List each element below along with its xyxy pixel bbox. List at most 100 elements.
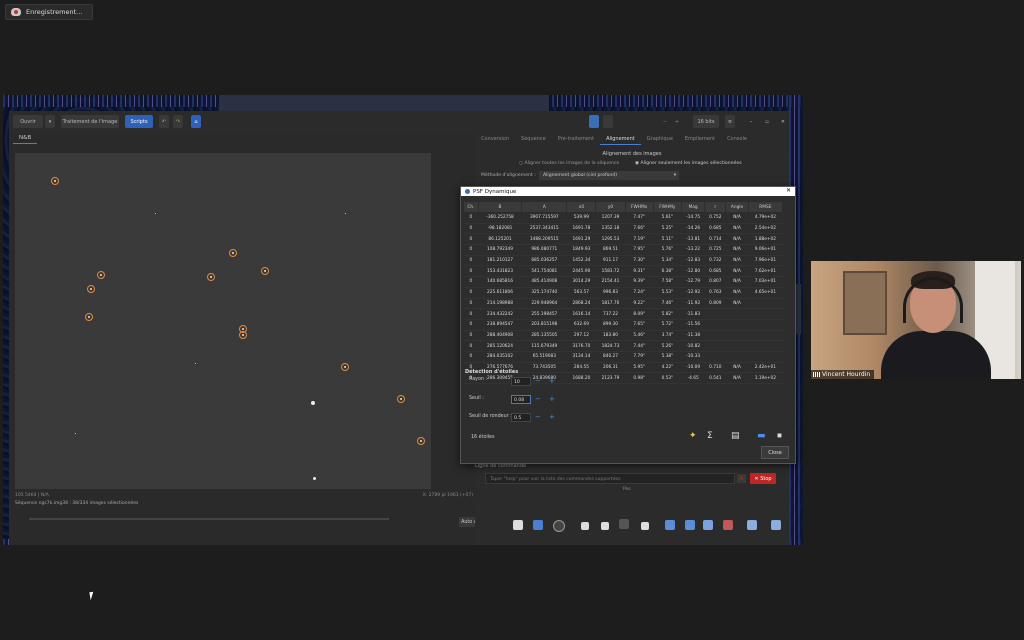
align-all-radio[interactable]: ○ Aligner toutes les images de la séquen… [519, 161, 619, 166]
table-cell: 2.42e+01 [748, 362, 783, 374]
scripts-menu[interactable]: Scripts [125, 115, 153, 128]
table-cell: 7.47" [625, 212, 654, 224]
dialog-close-icon[interactable]: ✕ [786, 187, 791, 194]
open-dropdown-button[interactable]: ▾ [45, 115, 55, 128]
view-mode-1-icon[interactable] [581, 522, 589, 530]
tab-alignment[interactable]: Alignement [600, 133, 641, 145]
find-stars-icon[interactable]: ✦ [689, 431, 697, 441]
tab-console[interactable]: Console [721, 133, 753, 145]
minus-button[interactable]: − [661, 115, 669, 128]
redo-icon[interactable]: ↷ [173, 115, 183, 128]
view-mode-2-icon[interactable] [601, 522, 609, 530]
table-row[interactable]: 0 181.210127 685.036257 1452.34 911.17 7.30" 5… [463, 255, 783, 267]
column-header[interactable]: FWHMx [624, 201, 654, 213]
align-selected-radio[interactable]: ◉ Aligner seulement les images sélection… [635, 161, 742, 166]
threshold-plus-button[interactable]: + [549, 395, 555, 404]
column-header[interactable]: x0 [566, 201, 597, 213]
table-cell [725, 330, 749, 342]
tab-graph[interactable]: Graphique [641, 133, 679, 145]
clear-stars-icon[interactable]: ◼ [777, 431, 782, 441]
table-cell: 5.53" [653, 287, 682, 299]
table-cell: 0.685 [704, 265, 726, 278]
column-header[interactable]: y0 [595, 201, 626, 213]
table-cell: -10.33 [681, 351, 705, 363]
maximize-button[interactable]: ▫ [763, 115, 771, 128]
column-header[interactable]: A [521, 201, 568, 213]
roundness-plus-button[interactable]: + [549, 413, 555, 422]
radius-input[interactable]: 10 [511, 377, 531, 386]
photometry-icon[interactable] [553, 520, 565, 532]
table-cell: N/A [725, 265, 749, 278]
plus-button[interactable]: + [673, 115, 681, 128]
bits-selector[interactable]: 16 bits [693, 115, 719, 128]
column-header[interactable]: Mag [680, 201, 706, 213]
table-row[interactable]: 0 214.198988 229.948964 2868.24 1817.76 9.22"… [463, 298, 783, 310]
table-row[interactable]: 0 -360.252758 3907.715597 539.99 1207.39 7.47… [463, 212, 783, 224]
mirror-icon[interactable] [703, 520, 713, 530]
close-button[interactable]: Close [761, 446, 789, 459]
image-processing-menu[interactable]: Traitement de l'image [61, 115, 119, 128]
layers-icon[interactable] [771, 520, 781, 530]
threshold-minus-button[interactable]: − [535, 395, 541, 404]
zoom-fit-icon[interactable] [665, 520, 675, 530]
frame-slider[interactable] [29, 518, 389, 520]
star-image[interactable] [15, 153, 431, 489]
remove-star-icon[interactable]: ▬ [757, 431, 766, 441]
table-row[interactable]: 0 140.685816 485.414908 3014.29 2154.41 9.39"… [463, 276, 783, 288]
astrometry-icon[interactable] [533, 520, 543, 530]
table-cell: -11.56 [681, 319, 705, 331]
open-button[interactable]: Ouvrir [13, 115, 43, 128]
method-label: Méthode d'alignement : [481, 173, 536, 178]
table-row[interactable]: 0 -98.182081 2537.343415 1691.78 1352.18 7.66… [463, 223, 783, 235]
minimize-button[interactable]: – [747, 115, 755, 128]
column-header[interactable]: r [704, 201, 727, 213]
home-icon[interactable]: ⌂ [191, 115, 201, 128]
table-row[interactable]: 0 285.120624 115.679349 3176.70 1824.73 7.44"… [463, 340, 783, 352]
table-row[interactable]: 0 284.035102 65.519083 3134.14 840.27 7.79" 5.… [463, 351, 783, 363]
stop-button[interactable]: ✕ Stop [750, 473, 776, 484]
radius-minus-button[interactable]: − [535, 377, 541, 386]
image-tab[interactable]: N&B [13, 135, 38, 144]
zoom-in-icon[interactable] [685, 520, 695, 530]
clear-icon[interactable]: × [737, 474, 746, 483]
export-document-icon[interactable]: ▤ [731, 431, 740, 441]
column-header[interactable]: B [477, 201, 523, 213]
close-window-button[interactable]: ✕ [779, 115, 787, 128]
recording-indicator[interactable]: Enregistrement... [5, 4, 93, 20]
screenshot-icon[interactable] [513, 520, 523, 530]
histogram-icon[interactable] [747, 520, 757, 530]
roundness-input[interactable]: 0.5 [511, 413, 531, 422]
column-header[interactable]: FWHMy [652, 201, 682, 213]
table-row[interactable]: 0 86.125201 1488.209515 1691.29 1295.53 7.19"… [463, 233, 783, 246]
command-input[interactable]: Taper "help" pour voir la liste des comm… [485, 473, 735, 484]
table-cell: -4.65 [681, 372, 705, 384]
table-row[interactable]: 0 153.431823 541.754081 2445.90 1583.72 9.31"… [463, 265, 783, 278]
table-row[interactable]: 0 234.432242 255.198457 1616.14 737.22 8.09" 5… [463, 308, 783, 320]
sum-icon[interactable]: Σ [707, 431, 713, 441]
view-mode-3-icon[interactable] [619, 519, 629, 529]
undo-icon[interactable]: ↶ [159, 115, 169, 128]
table-cell: 0.53" [653, 372, 682, 384]
threshold-input[interactable]: 0.08 [511, 395, 531, 404]
radius-plus-button[interactable]: + [549, 377, 555, 386]
table-cell: -14.26 [681, 223, 705, 235]
tab-conversion[interactable]: Conversion [475, 133, 515, 145]
column-header[interactable]: Ch. [463, 201, 479, 213]
psf-table[interactable]: Ch. B Ax0 y0 FWHMx FWHMy Mag r Angle RMSE 0 -360.2… [463, 201, 784, 384]
tab-preprocessing[interactable]: Pré-traitement [552, 133, 600, 145]
table-row[interactable]: 0 288.404908 285.135505 297.12 183.80 5.46" 3.… [463, 330, 783, 342]
mouse-cursor-icon [89, 591, 95, 601]
tab-sequence[interactable]: Séquence [515, 133, 552, 145]
column-header[interactable]: RMSE [747, 201, 784, 213]
method-select[interactable]: Alignement global (ciel profond) ▾ [539, 171, 679, 180]
menu-icon[interactable]: ≡ [725, 115, 735, 128]
table-row[interactable]: 0 108.792349 986.080771 1849.93 869.51 7.95" 5… [463, 244, 783, 256]
rotate-icon[interactable] [723, 520, 733, 530]
table-row[interactable]: 0 238.894547 203.815198 632.69 899.30 7.65" 5.… [463, 319, 783, 331]
star-marker [229, 249, 237, 257]
view-mode-4-icon[interactable] [641, 522, 649, 530]
tab-stacking[interactable]: Empilement [679, 133, 721, 145]
table-row[interactable]: 0 225.611806 325.174740 563.57 996.83 7.24" 5.… [463, 287, 783, 299]
roundness-minus-button[interactable]: − [535, 413, 541, 422]
column-header[interactable]: Angle [725, 201, 749, 213]
